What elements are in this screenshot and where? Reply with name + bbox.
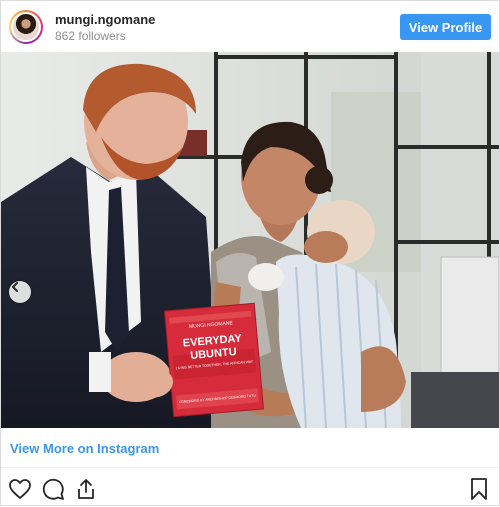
heart-icon[interactable] [8, 477, 32, 501]
chevron-left-icon [12, 282, 18, 292]
carousel-prev-button[interactable] [9, 281, 31, 303]
follower-count: 862 followers [55, 29, 126, 43]
avatar-photo [13, 14, 39, 40]
avatar[interactable] [9, 10, 43, 44]
bookmark-icon[interactable] [467, 477, 491, 501]
post-photo-illustration: MUNGI NGOMANE EVERYDAY UBUNTU LIVING BET… [1, 52, 499, 428]
share-icon[interactable] [74, 477, 98, 501]
action-bar [1, 469, 499, 507]
comment-icon[interactable] [41, 477, 65, 501]
post-header: mungi.ngomane 862 followers View Profile [1, 1, 499, 52]
instagram-embed: mungi.ngomane 862 followers View Profile [0, 0, 500, 506]
username[interactable]: mungi.ngomane [55, 12, 155, 27]
book-cover: MUNGI NGOMANE EVERYDAY UBUNTU LIVING BET… [164, 302, 264, 418]
post-photo[interactable]: MUNGI NGOMANE EVERYDAY UBUNTU LIVING BET… [1, 52, 499, 428]
view-more-link[interactable]: View More on Instagram [10, 441, 159, 456]
view-more-bar: View More on Instagram [1, 428, 499, 468]
view-profile-button[interactable]: View Profile [400, 14, 491, 40]
